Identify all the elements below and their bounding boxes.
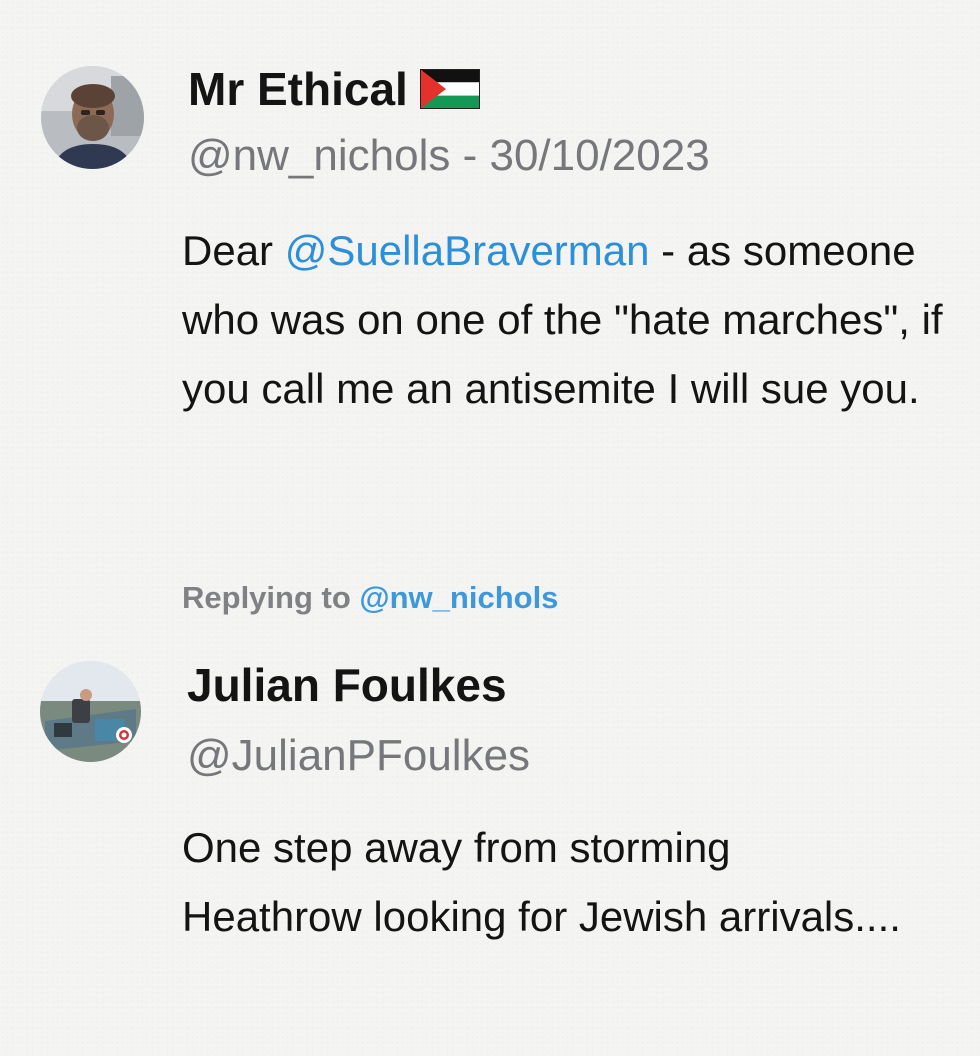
author-handle-date: @nw_nichols - 30/10/2023 <box>188 134 710 178</box>
tweet-text-prefix: Dear <box>182 227 285 274</box>
replying-to-label: Replying to <box>182 580 360 615</box>
avatar-mr-ethical[interactable] <box>41 66 144 169</box>
handle-date-separator: - <box>450 131 490 180</box>
avatar-photo-icon <box>41 66 144 169</box>
tweet-date[interactable]: 30/10/2023 <box>489 131 709 180</box>
reply-author-name[interactable]: Julian Foulkes <box>187 662 507 708</box>
tweet-text: Dear @SuellaBraverman - as someone who w… <box>182 216 962 423</box>
mention-link[interactable]: @SuellaBraverman <box>285 227 650 274</box>
author-name[interactable]: Mr Ethical <box>188 66 408 112</box>
reply-text: One step away from storming Heathrow loo… <box>182 824 901 940</box>
author-name-row: Mr Ethical <box>188 66 480 112</box>
replying-to-handle[interactable]: @nw_nichols <box>359 580 558 615</box>
palestine-flag-icon <box>419 69 480 109</box>
reply-author-name-row: Julian Foulkes <box>187 662 507 708</box>
replying-to: Replying to @nw_nichols <box>182 580 558 616</box>
avatar-julian-foulkes[interactable] <box>40 661 141 762</box>
avatar-photo-icon <box>40 661 141 762</box>
reply-author-handle[interactable]: @JulianPFoulkes <box>187 734 530 778</box>
author-handle[interactable]: @nw_nichols <box>188 131 450 180</box>
